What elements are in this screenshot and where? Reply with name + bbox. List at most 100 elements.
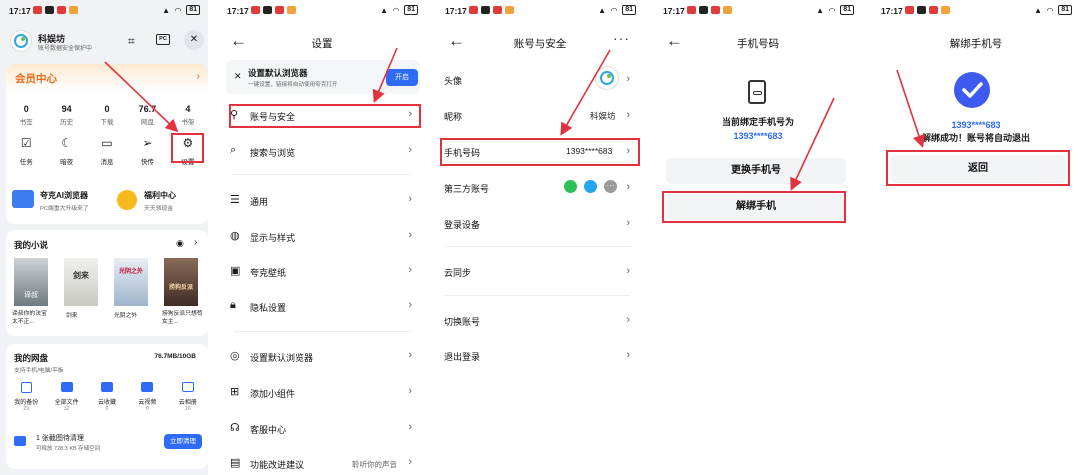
chevron-right-icon[interactable]: › [194, 237, 197, 248]
settings-item-feedback[interactable]: 功能改进建议 [250, 458, 304, 471]
book-cover-2[interactable]: 剑来 [64, 258, 98, 306]
lock-icon: 🔒︎ [230, 299, 236, 311]
book-cover-3[interactable]: 光阴之外 [114, 258, 148, 306]
scan-icon[interactable]: ⌗ [128, 34, 135, 49]
default-browser-banner: ✕ 设置默认浏览器 一键设置，链接将自动使用夸克打开 开启 [226, 60, 420, 94]
qq-icon [584, 180, 597, 193]
settings-item-display[interactable]: 显示与样式 [250, 231, 295, 244]
stat-disk[interactable]: 76.7 网盘 [127, 104, 167, 126]
disk-all-files[interactable]: 全部文件 32 [46, 382, 86, 412]
disk-backup[interactable]: 我的备份 29 [6, 382, 46, 412]
wallpaper-icon: ▣ [230, 265, 241, 277]
promo-ai-browser[interactable]: 夸克AI浏览器 PC端重大升级来了 [6, 182, 106, 220]
tool-night[interactable]: ☾ 暗夜 [46, 136, 86, 166]
row-cloud-sync[interactable]: 云同步 [444, 266, 471, 279]
pc-icon[interactable]: PC [156, 34, 170, 45]
settings-item-account[interactable]: 账号与安全 [250, 110, 295, 123]
stat-bookmarks[interactable]: 0 书签 [6, 104, 46, 126]
monitor-icon [12, 190, 34, 208]
settings-item-search[interactable]: 搜索与浏览 [250, 146, 295, 159]
row-logout[interactable]: 退出登录 [444, 350, 480, 363]
status-app-icons [33, 6, 78, 14]
settings-item-general[interactable]: 通用 [250, 195, 268, 208]
stat-history[interactable]: 94 历史 [46, 104, 86, 126]
enable-button[interactable]: 开启 [386, 69, 418, 86]
chevron-right-icon: › [408, 108, 412, 120]
settings-item-service[interactable]: 客服中心 [250, 423, 286, 436]
signal-icon: ▲ [380, 5, 389, 15]
wifi-icon: ◠ [1047, 5, 1054, 15]
panel-account-security: 17:17 ▲ ◠ 81 ← 账号与安全 ··· 头像 › 昵称 科娱坊 › 手机号… [436, 0, 644, 475]
disk-album[interactable]: 云相册 16 [168, 382, 208, 412]
book-title-3[interactable]: 光阴之外 [114, 310, 154, 319]
close-icon[interactable]: ✕ [234, 71, 242, 82]
feedback-hint: 聆听你的声音 [352, 460, 397, 469]
more-accounts-icon: ··· [604, 180, 617, 193]
video-icon [141, 382, 154, 392]
chevron-right-icon: › [408, 385, 412, 397]
wifi-icon: ◠ [393, 5, 400, 15]
book-title-1[interactable]: 谛叔你的法宝太不正... [12, 310, 52, 326]
avatar[interactable] [10, 30, 32, 52]
book-cover-1[interactable]: 谛叔 [14, 258, 48, 306]
stat-shelf[interactable]: 4 书架 [168, 104, 208, 126]
row-phone[interactable]: 手机号码 [444, 146, 480, 159]
stats-row: 0 书签 94 历史 0 下载 76.7 网盘 4 书架 [6, 104, 208, 126]
disk-items: 我的备份 29 全部文件 32 云收藏 0 云视频 0 云相册 16 [6, 382, 208, 412]
settings-item-default-browser[interactable]: 设置默认浏览器 [250, 351, 313, 364]
row-switch-account[interactable]: 切换账号 [444, 315, 480, 328]
tool-message[interactable]: ▭ 消息 [87, 136, 127, 166]
paper-plane-icon: ➢ [142, 136, 153, 150]
wifi-icon: ◠ [829, 5, 836, 15]
settings-item-privacy[interactable]: 隐私设置 [250, 301, 286, 314]
avatar-logo-icon [14, 34, 28, 48]
book-title-2[interactable]: 剑来 [66, 310, 102, 319]
disk-video[interactable]: 云视频 0 [127, 382, 167, 412]
clean-button[interactable]: 立即清理 [164, 434, 202, 449]
screenshot-collage: 17:17 ▲ ◠ 81 科娱坊 账号数据安全保护中 ⌗ PC ✕ 会员中心 › 0… [0, 0, 1080, 475]
avatar[interactable] [595, 66, 619, 90]
close-icon[interactable]: ✕ [184, 30, 204, 50]
row-nickname[interactable]: 昵称 [444, 110, 462, 123]
row-avatar[interactable]: 头像 [444, 74, 462, 87]
chevron-right-icon: › [408, 229, 412, 241]
tool-settings[interactable]: ⚙ 设置 [168, 136, 208, 166]
battery-icon: 81 [1058, 5, 1072, 15]
row-login-devices[interactable]: 登录设备 [444, 218, 480, 231]
vip-title[interactable]: 会员中心 [15, 71, 57, 86]
feedback-icon: ▤ [230, 457, 241, 469]
disk-collect[interactable]: 云收藏 0 [87, 382, 127, 412]
promo-welfare[interactable]: 福利中心 天天领现金 [110, 182, 208, 220]
tool-transfer[interactable]: ➢ 快传 [127, 136, 167, 166]
change-phone-button[interactable]: 更换手机号 [666, 158, 846, 184]
unbind-phone-button[interactable]: 解绑手机 [666, 194, 846, 220]
header: ← 设置 [218, 28, 426, 56]
row-third-party[interactable]: 第三方账号 [444, 182, 489, 195]
book-cover-4[interactable]: 捞狗反派 [164, 258, 198, 306]
battery-icon: 81 [404, 5, 418, 15]
chevron-right-icon: › [408, 144, 412, 156]
return-button[interactable]: 返回 [890, 155, 1066, 183]
more-icon[interactable]: ··· [613, 30, 630, 46]
stat-download[interactable]: 0 下载 [87, 104, 127, 126]
tool-task[interactable]: ☑ 任务 [6, 136, 46, 166]
chevron-right-icon: › [408, 349, 412, 361]
status-bar: 17:17 ▲ ◠ 81 [218, 0, 426, 22]
status-bar: 17:17 ▲ ◠ 81 [654, 0, 862, 22]
book-title-4[interactable]: 捞狗反派只想苟女主... [162, 310, 204, 326]
tools-row: ☑ 任务 ☾ 暗夜 ▭ 消息 ➢ 快传 ⚙ 设置 [6, 136, 208, 166]
wifi-icon: ◠ [175, 5, 182, 15]
avatar-logo-icon [600, 71, 614, 85]
eye-icon[interactable]: ◉ [176, 238, 184, 249]
status-time: 17:17 [9, 6, 31, 16]
success-text: 解绑成功！账号将自动退出 [921, 133, 1030, 143]
disk-card: 我的网盘 支持手机/电脑/平板 76.7MB/10GB 我的备份 29 全部文件 3… [6, 344, 208, 469]
search-icon: ⌕ [230, 144, 237, 156]
settings-item-widget[interactable]: 添加小组件 [250, 387, 295, 400]
bound-phone: 1393****683 [733, 131, 783, 141]
palette-icon: ◍ [230, 230, 240, 242]
globe-icon: ◎ [230, 350, 240, 362]
settings-item-wallpaper[interactable]: 夸克壁纸 [250, 266, 286, 279]
page-title: 解绑手机号 [949, 38, 1003, 50]
vip-chevron-icon[interactable]: › [197, 71, 200, 82]
